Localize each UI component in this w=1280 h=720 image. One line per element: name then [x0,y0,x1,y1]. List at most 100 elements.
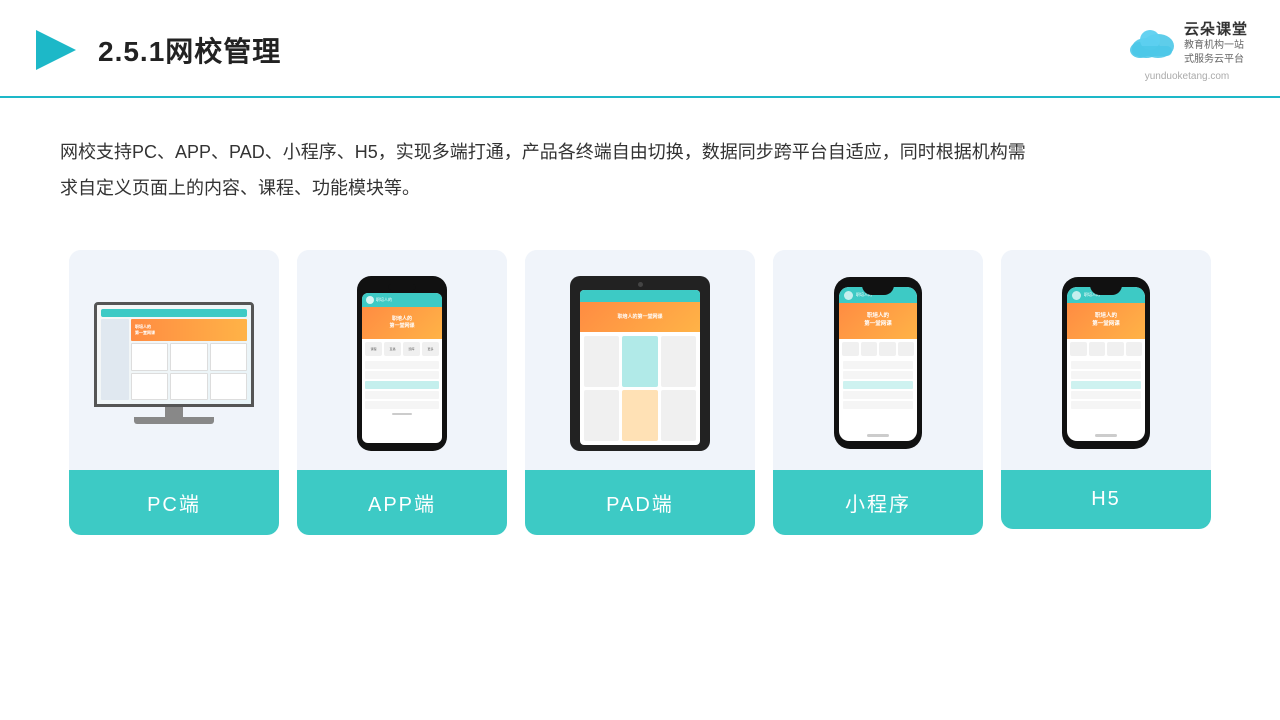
pc-mockup: 职培人的第一堂网课 [94,302,254,424]
mini-phone-mockup-1: 职培人的 职培人的第一堂网课 [834,277,922,449]
phone-notch [388,284,416,290]
mini-banner-text-1: 职培人的第一堂网课 [864,313,892,328]
pc-neck [165,407,183,417]
logo-area: 云朵课堂 教育机构一站 式服务云平台 yunduoketang.com [1126,18,1248,82]
app-phone-mockup: 职培人的 职培人的第一堂网课 课程 直播 题库 更多 [357,276,447,451]
mini-phone-screen-2: 职培人的 职培人的第一堂网课 [1067,287,1145,441]
card-h5-image-area: 职培人的 职培人的第一堂网课 [1001,250,1211,470]
pad-camera [638,282,643,287]
h5-g1 [1070,342,1087,356]
mini-row-1a [843,361,913,369]
pc-card-1 [131,343,168,371]
h5-g4 [1126,342,1143,356]
h5-row-e [1071,401,1141,409]
phone-row-3 [365,381,439,389]
mini-phone-mockup-2: 职培人的 职培人的第一堂网课 [1062,277,1150,449]
pc-content-row: 职培人的第一堂网课 [101,319,247,400]
card-pad-image-area: 职培人的第一堂网课 [525,250,755,470]
mini-phone-notch-1 [862,277,894,295]
mini-phone-notch-2 [1090,277,1122,295]
pc-cards [131,343,247,371]
pc-card-6 [210,373,247,401]
logo-name: 云朵课堂 [1184,18,1248,39]
mini-bottom-2 [1067,411,1145,441]
mini-avatar-icon [844,291,853,300]
pad-item-1 [584,336,619,387]
pad-mockup: 职培人的第一堂网课 [570,276,710,451]
mini-bottom-1 [839,411,917,441]
mini-banner-1: 职培人的第一堂网课 [839,303,917,339]
phone-row-1 [365,361,439,369]
pad-item-2 [622,336,657,387]
mini-banner-text-2: 职培人的第一堂网课 [1092,313,1120,328]
pc-base [134,417,214,424]
card-miniprogram: 职培人的 职培人的第一堂网课 [773,250,983,535]
pad-banner-text: 职培人的第一堂网课 [617,313,662,320]
page-header: 2.5.1网校管理 云朵课堂 教育机构一站 式服务云平台 yunduoketan… [0,0,1280,98]
mini-row-1c [843,381,913,389]
card-pad-label: PAD端 [525,470,755,535]
pad-item-3 [661,336,696,387]
h5-row-b [1071,371,1141,379]
mini-rows-2 [1067,359,1145,411]
cloud-logo-icon [1126,26,1178,60]
h5-row-c [1071,381,1141,389]
pc-screen-content: 职培人的第一堂网课 [97,305,251,404]
h5-row-d [1071,391,1141,399]
logo-cloud: 云朵课堂 教育机构一站 式服务云平台 [1126,18,1248,67]
pc-card-5 [170,373,207,401]
phone-grid-item-4: 更多 [422,342,439,356]
description-text: 网校支持PC、APP、PAD、小程序、H5，实现多端打通，产品各终端自由切换，数… [0,98,1100,226]
card-pc: 职培人的第一堂网课 [69,250,279,535]
header-left: 2.5.1网校管理 [32,26,281,74]
logo-slogan: 教育机构一站 式服务云平台 [1184,39,1248,67]
card-app: 职培人的 职培人的第一堂网课 课程 直播 题库 更多 [297,250,507,535]
page-title: 2.5.1网校管理 [98,30,281,70]
phone-grid-item-3: 题库 [403,342,420,356]
pc-cards-2 [131,373,247,401]
phone-banner: 职培人的第一堂网课 [362,307,442,339]
phone-screen: 职培人的 职培人的第一堂网课 课程 直播 题库 更多 [362,293,442,443]
phone-home-bar [392,413,412,415]
phone-banner-text: 职培人的第一堂网课 [389,316,414,329]
mini-g4 [898,342,915,356]
logo-url: yunduoketang.com [1145,71,1230,82]
phone-content-rows [362,359,442,411]
phone-grid-item-1: 课程 [365,342,382,356]
mini-home-bar-1 [867,434,889,437]
mini-g2 [861,342,878,356]
mini-phone-screen-1: 职培人的 职培人的第一堂网课 [839,287,917,441]
phone-row-4 [365,391,439,399]
h5-g2 [1089,342,1106,356]
pad-item-4 [584,390,619,441]
mini-avatar-icon-2 [1072,291,1081,300]
play-icon [32,26,80,74]
mini-row-1b [843,371,913,379]
card-h5-label: H5 [1001,470,1211,529]
phone-row-2 [365,371,439,379]
pc-banner: 职培人的第一堂网课 [131,319,247,341]
phone-bottom [362,411,442,417]
logo-text-group: 云朵课堂 教育机构一站 式服务云平台 [1184,18,1248,67]
pc-sidebar [101,319,129,400]
mini-row-1e [843,401,913,409]
pc-main: 职培人的第一堂网课 [131,319,247,400]
phone-grid-item-2: 直播 [384,342,401,356]
pad-banner: 职培人的第一堂网课 [580,302,700,332]
description-content: 网校支持PC、APP、PAD、小程序、H5，实现多端打通，产品各终端自由切换，数… [60,142,1026,198]
card-pc-image-area: 职培人的第一堂网课 [69,250,279,470]
card-app-label: APP端 [297,470,507,535]
pad-item-5 [622,390,657,441]
mini-row-1d [843,391,913,399]
card-pc-label: PC端 [69,470,279,535]
mini-banner-2: 职培人的第一堂网课 [1067,303,1145,339]
mini-grid-1 [839,339,917,359]
phone-title-text: 职培人的 [376,297,392,303]
pad-top-bar [580,290,700,302]
mini-rows-1 [839,359,917,411]
card-h5: 职培人的 职培人的第一堂网课 [1001,250,1211,529]
pad-grid [580,332,700,445]
pc-banner-text: 职培人的第一堂网课 [135,324,155,336]
pad-screen: 职培人的第一堂网课 [580,290,700,445]
mini-g3 [879,342,896,356]
